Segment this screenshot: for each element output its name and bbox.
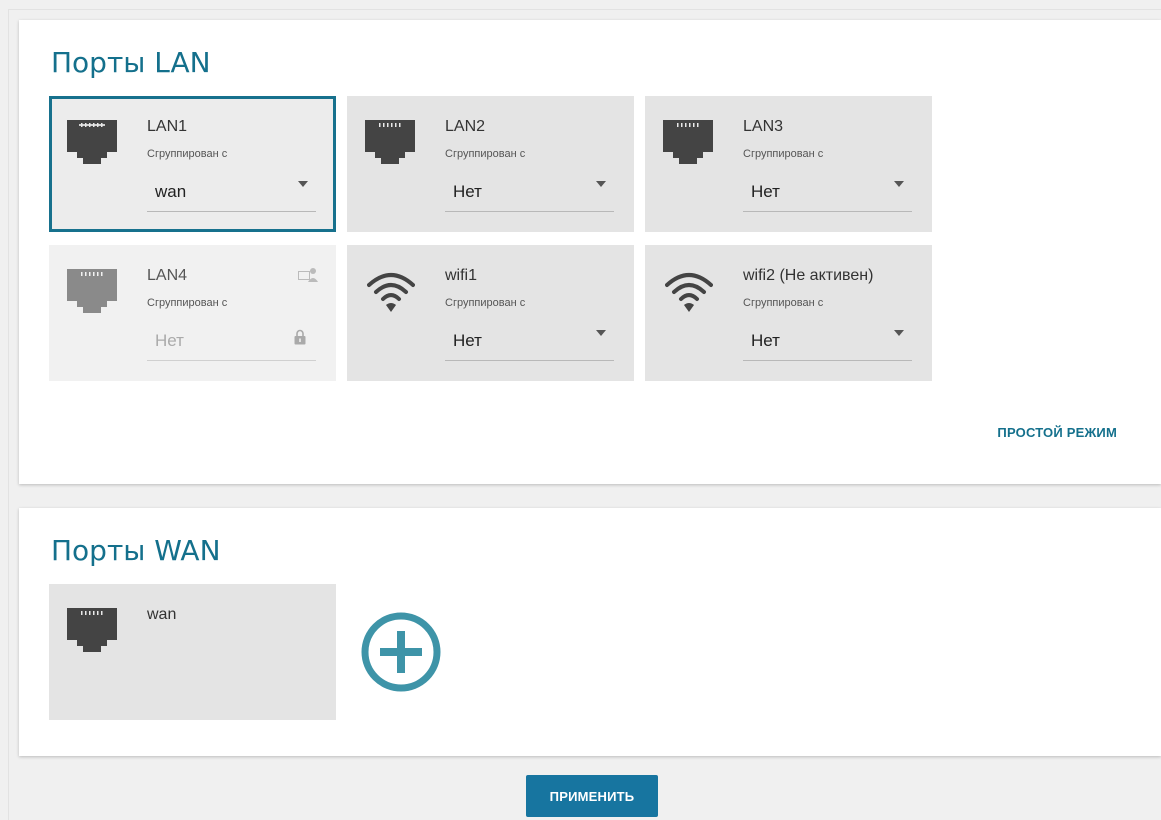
user-device-icon (298, 268, 318, 282)
group-select-locked: Нет (147, 317, 316, 361)
port-card-wifi2[interactable]: wifi2 (Не активен) Сгруппирован с Нет (645, 245, 932, 381)
apply-button[interactable]: ПРИМЕНИТЬ (526, 775, 658, 817)
grouped-with-label: Сгруппирован с (445, 148, 526, 160)
ethernet-port-icon (67, 120, 117, 164)
ethernet-port-icon (365, 120, 415, 164)
port-card-wan[interactable]: wan (49, 584, 336, 720)
wan-ports-panel: Порты WAN wan (19, 508, 1161, 756)
lan-ports-panel: Порты LAN LAN1 Сгруппирован с wan LAN2 С… (19, 20, 1161, 484)
grouped-with-label: Сгруппирован с (147, 148, 228, 160)
group-select[interactable]: wan (147, 168, 316, 212)
wifi-icon (367, 273, 415, 312)
port-name: wan (147, 606, 177, 623)
group-select-value: Нет (155, 331, 184, 350)
caret-down-icon (596, 330, 606, 336)
group-select-value: Нет (453, 331, 482, 350)
port-name: wifi1 (445, 267, 478, 284)
simple-mode-link[interactable]: ПРОСТОЙ РЕЖИМ (997, 425, 1117, 440)
caret-down-icon (894, 181, 904, 187)
group-select[interactable]: Нет (743, 168, 912, 212)
caret-down-icon (298, 181, 308, 187)
group-select-value: Нет (453, 182, 482, 201)
grouped-with-label: Сгруппирован с (743, 148, 824, 160)
group-select[interactable]: Нет (445, 317, 614, 361)
group-select[interactable]: Нет (743, 317, 912, 361)
ethernet-port-icon (663, 120, 713, 164)
port-card-lan2[interactable]: LAN2 Сгруппирован с Нет (347, 96, 634, 232)
port-name: LAN2 (445, 118, 486, 135)
caret-down-icon (894, 330, 904, 336)
ethernet-port-icon (67, 608, 117, 652)
port-name: LAN4 (147, 267, 188, 284)
grouped-with-label: Сгруппирован с (743, 297, 824, 309)
group-select[interactable]: Нет (445, 168, 614, 212)
grouped-with-label: Сгруппирован с (445, 297, 526, 309)
port-name: wifi2 (Не активен) (743, 267, 874, 284)
port-name: LAN1 (147, 118, 188, 135)
lan-ports-title: Порты LAN (51, 46, 211, 79)
port-card-lan4: LAN4 Сгруппирован с Нет (49, 245, 336, 381)
caret-down-icon (596, 181, 606, 187)
ethernet-port-icon (67, 269, 117, 313)
port-card-lan1[interactable]: LAN1 Сгруппирован с wan (49, 96, 336, 232)
port-card-wifi1[interactable]: wifi1 Сгруппирован с Нет (347, 245, 634, 381)
group-select-value: Нет (751, 182, 780, 201)
frame-border-top (8, 9, 1161, 10)
port-name: LAN3 (743, 118, 784, 135)
plus-circle-icon[interactable] (360, 611, 442, 693)
group-select-value: wan (155, 182, 187, 201)
wan-ports-title: Порты WAN (51, 534, 221, 567)
grouped-with-label: Сгруппирован с (147, 297, 228, 309)
frame-border-left (8, 9, 9, 820)
lock-icon (294, 329, 306, 345)
wifi-icon (665, 273, 713, 312)
group-select-value: Нет (751, 331, 780, 350)
port-card-lan3[interactable]: LAN3 Сгруппирован с Нет (645, 96, 932, 232)
